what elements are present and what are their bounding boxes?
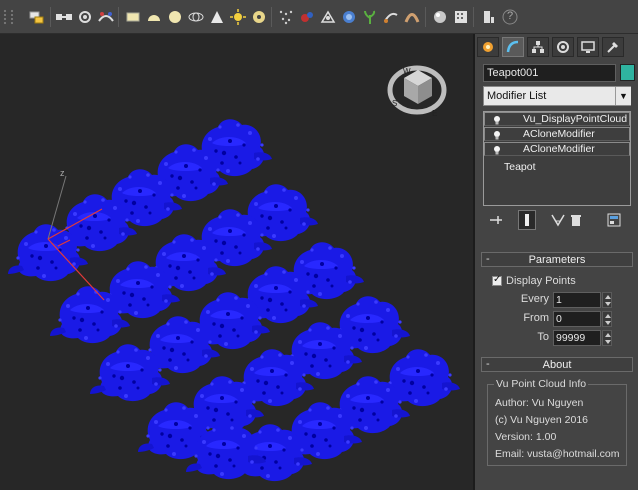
lightbulb-icon[interactable] (493, 115, 501, 125)
remove-modifier-icon[interactable] (567, 210, 585, 230)
stack-item[interactable]: ACloneModifier (484, 142, 630, 156)
stack-item-label: Vu_DisplayPointCloud (523, 113, 628, 125)
lightbulb-icon[interactable] (493, 145, 501, 155)
lightbulb-icon[interactable] (493, 130, 501, 140)
script-editor-icon[interactable] (479, 6, 499, 28)
motion-tab[interactable] (552, 37, 574, 57)
stack-item-label: ACloneModifier (523, 143, 595, 155)
torus-icon[interactable] (249, 6, 269, 28)
teapot-array[interactable] (8, 119, 460, 482)
stack-toolbar (481, 210, 633, 232)
object-color-swatch[interactable] (620, 64, 635, 81)
to-value[interactable]: 99999 (553, 330, 601, 346)
cone-icon[interactable] (207, 6, 227, 28)
viewport-canvas[interactable]: z W S E (0, 34, 473, 490)
hemisphere-icon[interactable] (144, 6, 164, 28)
spinner-arrows-icon[interactable] (602, 330, 612, 346)
walls-icon[interactable] (402, 6, 422, 28)
stack-item[interactable]: Vu_DisplayPointCloud (484, 112, 630, 126)
render-setup-icon[interactable] (430, 6, 450, 28)
main-toolbar: ? (0, 0, 638, 34)
display-points-label: Display Points (506, 275, 576, 287)
z-axis-label: z (60, 168, 65, 178)
spinner-arrows-icon[interactable] (602, 292, 612, 308)
particles-icon[interactable] (276, 6, 296, 28)
perspective-viewport[interactable]: z W S E (0, 34, 473, 490)
geosphere-icon[interactable] (186, 6, 206, 28)
pin-stack-icon[interactable] (487, 210, 505, 230)
object-name-field[interactable]: Teapot001 (483, 64, 616, 82)
about-copyright: (c) Vu Nguyen 2016 (495, 414, 588, 426)
unlink-icon[interactable] (75, 6, 95, 28)
about-author: Author: Vu Nguyen (495, 397, 584, 409)
hierarchy-tab[interactable] (527, 37, 549, 57)
command-panel: Teapot001 Modifier List ▼ Vu_DisplayPoin… (473, 34, 638, 490)
display-points-checkbox[interactable] (492, 274, 502, 286)
stack-base-object[interactable]: Teapot (504, 161, 536, 173)
about-rollout-header[interactable]: - About (481, 357, 633, 372)
every-value[interactable]: 1 (553, 292, 601, 308)
tube-icon[interactable] (381, 6, 401, 28)
create-tab[interactable] (477, 37, 499, 57)
help-icon[interactable]: ? (500, 6, 520, 28)
box-icon[interactable] (123, 6, 143, 28)
make-unique-icon[interactable] (549, 210, 567, 230)
ragdoll-icon[interactable] (339, 6, 359, 28)
from-value[interactable]: 0 (553, 311, 601, 327)
rollout-title: Parameters (528, 254, 586, 266)
mass-fx-icon[interactable] (297, 6, 317, 28)
about-email: Email: vusta@hotmail.com (495, 448, 620, 460)
rollout-title: About (542, 359, 572, 371)
modifier-stack[interactable]: Vu_DisplayPointCloud ACloneModifier AClo… (483, 111, 631, 206)
link-icon[interactable] (54, 6, 74, 28)
stack-item[interactable]: ACloneModifier (484, 127, 630, 141)
select-filter-icon[interactable] (27, 6, 47, 28)
every-label: Every (520, 293, 549, 305)
render-frame-icon[interactable] (451, 6, 471, 28)
sun-icon[interactable] (228, 6, 248, 28)
modify-tab[interactable] (502, 37, 524, 57)
utilities-tab[interactable] (602, 37, 624, 57)
about-group-label: Vu Point Cloud Info (494, 378, 589, 390)
plant-icon[interactable] (360, 6, 380, 28)
about-group: Vu Point Cloud Info Author: Vu Nguyen (c… (487, 378, 627, 466)
display-tab[interactable] (577, 37, 599, 57)
spinner-arrows-icon[interactable] (602, 311, 612, 327)
bind-spacewarp-icon[interactable] (96, 6, 116, 28)
from-label: From (523, 312, 549, 324)
modifier-list-dropdown[interactable]: Modifier List (483, 86, 631, 106)
help-symbol: ? (507, 10, 514, 22)
viewcube-east: E (432, 109, 437, 118)
parameters-rollout-header[interactable]: - Parameters (481, 252, 633, 267)
reaction-icon[interactable] (318, 6, 338, 28)
viewcube-west: W (403, 67, 411, 76)
toolbar-grip[interactable] (10, 9, 14, 25)
sphere-icon[interactable] (165, 6, 185, 28)
toolbar-grip[interactable] (3, 9, 7, 25)
configure-modifier-sets-icon[interactable] (605, 210, 623, 230)
about-version: Version: 1.00 (495, 431, 557, 443)
viewcube[interactable]: W S E (387, 65, 447, 118)
stack-item-label: ACloneModifier (523, 128, 595, 140)
chevron-down-icon[interactable]: ▼ (615, 87, 631, 105)
show-end-result-icon[interactable] (518, 210, 536, 230)
viewcube-south: S (392, 99, 397, 108)
to-label: To (537, 331, 549, 343)
